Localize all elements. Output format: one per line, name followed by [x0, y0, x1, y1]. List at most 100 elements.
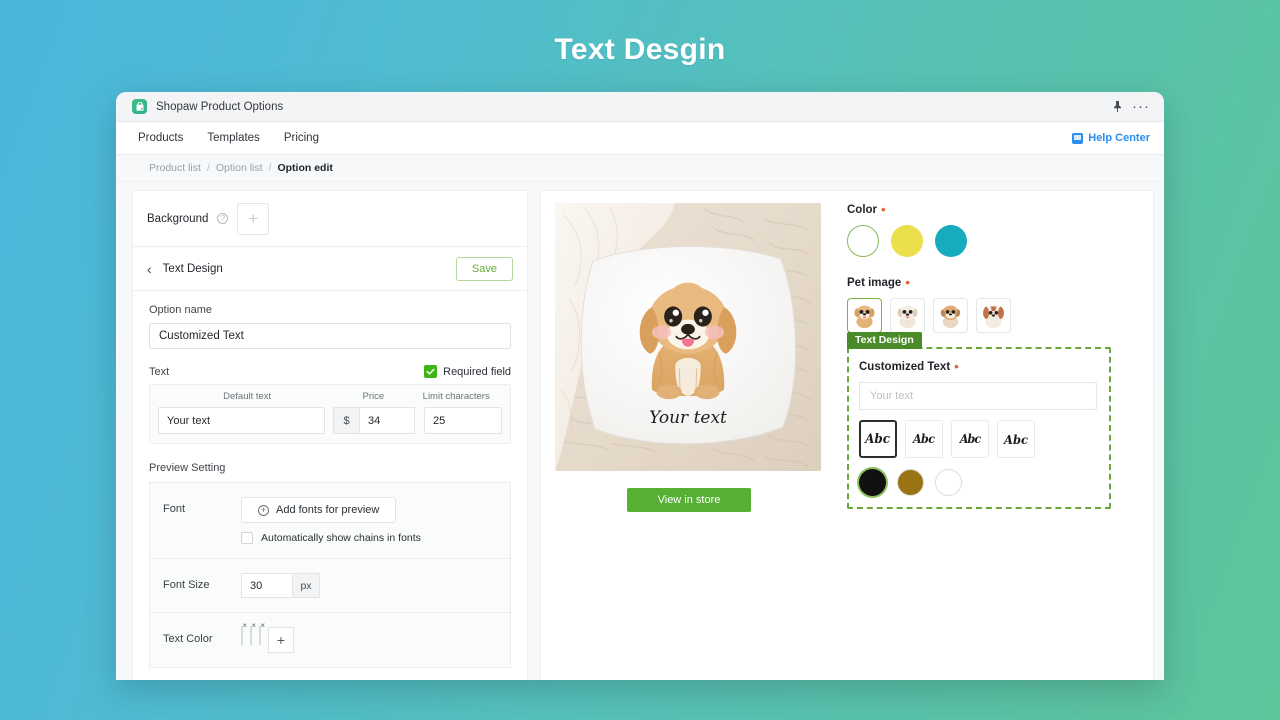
app-nav: Products Templates Pricing Help Center [116, 122, 1164, 155]
font-controls: + Add fonts for preview Automatically sh… [241, 497, 497, 544]
preview-setting-title: Preview Setting [149, 462, 226, 474]
app-titlebar: Shopaw Product Options ··· [116, 92, 1164, 122]
save-button[interactable]: Save [455, 256, 513, 281]
content-area: Background ? + ‹ Text Design Save Option… [116, 182, 1164, 680]
option-name-input[interactable] [149, 323, 511, 349]
color-swatch-yellow[interactable] [891, 225, 923, 257]
color-label-text: Color [847, 203, 878, 216]
customized-text-label: Customized Text • [859, 360, 1097, 373]
text-design-color-gold[interactable] [897, 469, 924, 496]
pet-image-swatches [847, 298, 1135, 333]
preview-setting-box: Font + Add fonts for preview Automatical… [149, 482, 511, 668]
add-fonts-button[interactable]: + Add fonts for preview [241, 497, 397, 523]
color-swatches [847, 225, 1135, 257]
add-fonts-label: Add fonts for preview [276, 504, 380, 516]
font-size-row: Font Size px [150, 558, 510, 612]
close-icon[interactable]: × [260, 622, 265, 630]
option-editor-panel: Background ? + ‹ Text Design Save Option… [132, 190, 528, 680]
section-header: ‹ Text Design Save [133, 247, 527, 291]
text-color-swatch-3[interactable]: × [259, 622, 265, 645]
breadcrumb-separator: / [206, 162, 210, 174]
chevron-left-icon[interactable]: ‹ [147, 262, 152, 276]
shopping-bag-icon [132, 99, 147, 114]
font-size-input[interactable] [241, 573, 293, 598]
font-row: Font + Add fonts for preview Automatical… [150, 483, 510, 558]
text-color-controls: × × × + [241, 622, 497, 653]
font-style-option-1[interactable]: Abc [859, 420, 897, 458]
text-design-color-swatches [859, 469, 1097, 496]
more-horizontal-icon[interactable]: ··· [1132, 99, 1150, 114]
text-design-color-black[interactable] [859, 469, 886, 496]
font-sample-3: Abc [959, 432, 981, 446]
help-center-link[interactable]: Help Center [1072, 132, 1150, 144]
product-image: Your text [555, 203, 821, 471]
puppy-thumb-icon [983, 305, 1004, 329]
required-field-checkbox[interactable]: Required field [424, 365, 511, 378]
breadcrumb-item-option-list[interactable]: Option list [216, 162, 263, 174]
product-options-column: Color • Pet image • Text Design Customiz… [847, 203, 1135, 680]
pin-icon[interactable] [1112, 100, 1123, 113]
question-circle-icon[interactable]: ? [217, 213, 229, 224]
customized-text-input[interactable] [859, 382, 1097, 410]
column-header-limit-characters: Limit characters [422, 391, 490, 402]
puppy-thumb-icon [854, 305, 875, 329]
nav-item-pricing[interactable]: Pricing [272, 132, 331, 144]
text-color-swatch-2[interactable]: × [250, 622, 256, 645]
nav-item-templates[interactable]: Templates [195, 132, 271, 144]
text-options-table: Default text Price Limit characters $ [149, 384, 511, 444]
text-section-header: Text Required field [133, 349, 527, 384]
pet-image-tan-puppy[interactable] [933, 298, 968, 333]
font-style-option-3[interactable]: Abc [951, 420, 989, 458]
close-icon[interactable]: × [251, 622, 256, 630]
font-size-label: Font Size [163, 579, 210, 591]
text-design-tag: Text Design [847, 332, 922, 349]
color-swatch-white[interactable] [847, 225, 879, 257]
checkbox-icon [241, 532, 253, 544]
add-background-button[interactable]: + [237, 202, 270, 235]
pillow-text: Your text [649, 408, 727, 428]
text-label: Text [149, 365, 170, 378]
default-text-input[interactable] [158, 407, 325, 434]
column-header-price: Price [362, 391, 385, 402]
font-size-group: px [241, 573, 497, 598]
check-icon [424, 365, 438, 378]
pet-image-cream-puppy[interactable] [890, 298, 925, 333]
pet-image-option-label: Pet image • [847, 276, 1135, 289]
color-option-label: Color • [847, 203, 1135, 216]
section-title: Text Design [162, 262, 223, 275]
close-icon[interactable]: × [242, 622, 247, 630]
pet-image-label-text: Pet image [847, 276, 902, 289]
puppy-thumb-icon [897, 305, 918, 329]
limit-characters-input[interactable] [424, 407, 502, 434]
table-row: $ [150, 407, 510, 434]
text-design-color-white[interactable] [935, 469, 962, 496]
required-field-label: Required field [443, 365, 511, 378]
text-color-swatches: × × × + [241, 622, 497, 653]
app-window: Shopaw Product Options ··· Products Temp… [116, 92, 1164, 680]
price-group: $ [333, 407, 415, 434]
breadcrumb-item-product-list[interactable]: Product list [149, 162, 201, 174]
pet-image-spaniel-puppy[interactable] [976, 298, 1011, 333]
add-text-color-button[interactable]: + [268, 627, 294, 653]
help-center-icon [1072, 132, 1084, 144]
required-indicator: • [881, 202, 886, 217]
background-row: Background ? + [133, 191, 527, 247]
view-in-store-button[interactable]: View in store [627, 488, 751, 512]
text-color-row: Text Color × × × + [150, 612, 510, 667]
font-style-option-2[interactable]: Abc [905, 420, 943, 458]
live-preview-panel: Your text View in store Color • Pet imag [540, 190, 1154, 680]
font-style-option-4[interactable]: Abc [997, 420, 1035, 458]
pillow-illustration: Your text [555, 203, 821, 471]
column-header-default-text: Default text [223, 391, 272, 402]
pet-image-golden-puppy[interactable] [847, 298, 882, 333]
text-color-swatch-1[interactable]: × [241, 622, 247, 645]
font-label: Font [163, 503, 186, 515]
nav-item-products[interactable]: Products [138, 132, 195, 144]
color-swatch-teal[interactable] [935, 225, 967, 257]
font-size-controls: px [241, 573, 497, 598]
required-indicator: • [905, 275, 910, 290]
price-input[interactable] [359, 407, 415, 434]
auto-show-chains-checkbox[interactable]: Automatically show chains in fonts [241, 532, 497, 544]
page-title: Text Desgin [554, 33, 726, 66]
breadcrumb-separator: / [268, 162, 272, 174]
